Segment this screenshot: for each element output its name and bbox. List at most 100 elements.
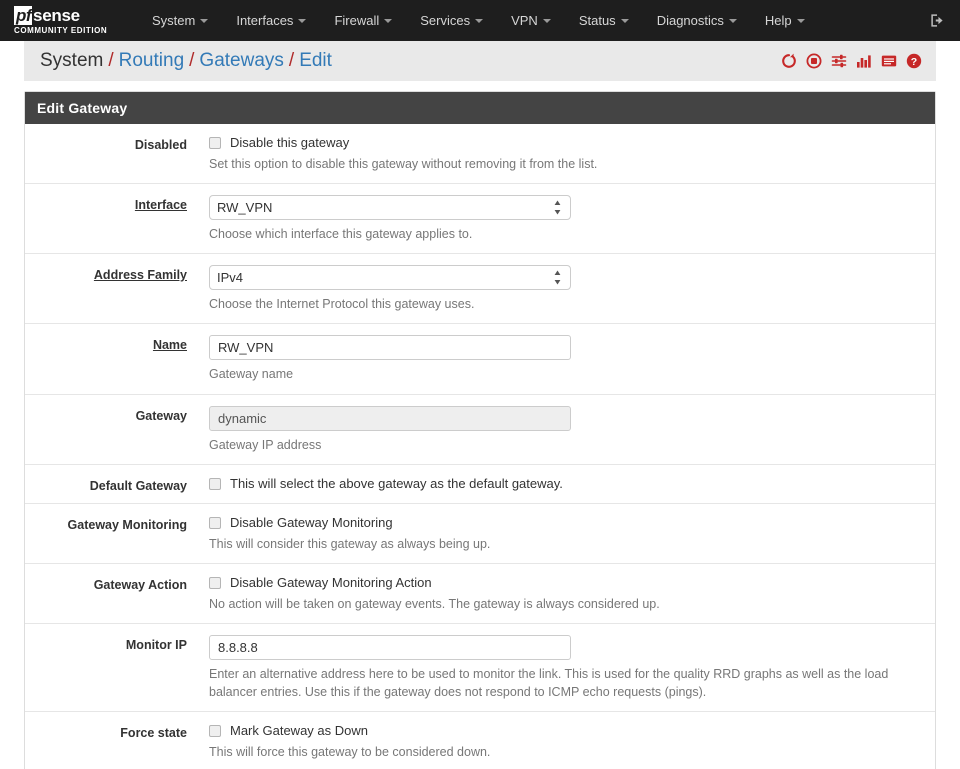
field-label-force-state: Force state <box>120 726 187 741</box>
monitor-ip-input[interactable] <box>209 634 571 660</box>
nav-label: VPN <box>511 13 538 28</box>
nav-label: Diagnostics <box>656 13 724 28</box>
main-content: Edit Gateway Disabled Disable this gatew… <box>0 81 960 769</box>
field-control-monitor-ip: Enter an alternative address here to be … <box>187 634 935 701</box>
field-control-gateway: Gateway IP address <box>187 405 935 454</box>
disable-gateway-checkbox[interactable] <box>209 137 221 149</box>
interface-select[interactable]: RW_VPN <box>209 195 571 221</box>
brand-sense-text: sense <box>33 5 80 25</box>
chevron-down-icon <box>728 18 737 23</box>
svg-text:?: ? <box>911 56 917 68</box>
field-label-gateway: Gateway <box>135 408 187 423</box>
disable-monitoring-action-checkbox-label[interactable]: Disable Gateway Monitoring Action <box>230 575 432 590</box>
breadcrumb-item-edit[interactable]: Edit <box>299 50 332 71</box>
panel-title: Edit Gateway <box>25 92 935 124</box>
chevron-down-icon <box>542 18 551 23</box>
chevron-down-icon <box>475 18 484 23</box>
field-label-address-family: Address Family <box>93 268 187 283</box>
restart-php-fpm-icon[interactable] <box>781 53 797 69</box>
breadcrumb-bar: System / Routing / Gateways / Edit ? <box>24 41 936 81</box>
form-row-monitor-ip: Monitor IP Enter an alternative address … <box>25 624 935 713</box>
chevron-down-icon <box>796 18 805 23</box>
gateway-form: Disabled Disable this gateway Set this o… <box>25 124 935 769</box>
nav-item-services[interactable]: Services <box>406 0 497 41</box>
navbar-right <box>929 0 960 41</box>
top-navbar: pf sense COMMUNITY EDITION System Interfa… <box>0 0 960 41</box>
field-control-gateway-monitoring: Disable Gateway Monitoring This will con… <box>187 515 935 553</box>
logs-icon[interactable] <box>881 53 897 69</box>
chevron-down-icon <box>298 18 307 23</box>
nav-item-help[interactable]: Help <box>751 0 819 41</box>
logout-icon[interactable] <box>929 12 946 29</box>
interface-select-wrapper: RW_VPN <box>209 195 571 221</box>
halt-system-icon[interactable] <box>806 53 822 69</box>
disable-monitoring-checkbox-label[interactable]: Disable Gateway Monitoring <box>230 515 393 530</box>
breadcrumb: System / Routing / Gateways / Edit <box>40 50 332 72</box>
nav-label: Firewall <box>334 13 380 28</box>
traffic-graph-icon[interactable] <box>856 53 872 69</box>
default-gateway-checkbox-label[interactable]: This will select the above gateway as th… <box>230 476 563 491</box>
breadcrumb-separator: / <box>189 50 195 71</box>
field-help-address-family: Choose the Internet Protocol this gatewa… <box>209 297 475 312</box>
field-control-gateway-action: Disable Gateway Monitoring Action No act… <box>187 575 935 613</box>
breadcrumb-action-icons: ? <box>781 53 922 69</box>
breadcrumb-separator: / <box>288 50 295 71</box>
field-control-force-state: Mark Gateway as Down This will force thi… <box>187 723 935 761</box>
field-help-name: Gateway name <box>209 367 294 382</box>
form-row-name: Name Gateway name <box>25 324 935 395</box>
nav-item-vpn[interactable]: VPN <box>497 0 565 41</box>
disable-monitoring-action-checkbox-line: Disable Gateway Monitoring Action <box>209 575 923 590</box>
nav-item-interfaces[interactable]: Interfaces <box>222 0 320 41</box>
field-control-address-family: IPv4 Choose the Internet Protocol this g… <box>187 265 935 313</box>
field-label-name: Name <box>152 338 187 353</box>
help-icon[interactable]: ? <box>906 53 922 69</box>
form-row-gateway: Gateway Gateway IP address <box>25 395 935 465</box>
default-gateway-checkbox-line: This will select the above gateway as th… <box>209 476 923 491</box>
breadcrumb-separator: / <box>108 50 114 71</box>
breadcrumb-wrapper: System / Routing / Gateways / Edit ? <box>0 41 960 81</box>
nav-item-status[interactable]: Status <box>565 0 643 41</box>
nav-label: Interfaces <box>236 13 294 28</box>
field-help-gateway-monitoring: This will consider this gateway as alway… <box>209 536 491 551</box>
field-label-gateway-action: Gateway Action <box>93 577 187 592</box>
nav-label: Status <box>578 13 616 28</box>
address-family-select-wrapper: IPv4 <box>209 265 571 291</box>
address-family-select[interactable]: IPv4 <box>209 265 571 291</box>
breadcrumb-item-routing[interactable]: Routing <box>119 50 185 71</box>
field-help-force-state: This will force this gateway to be consi… <box>209 745 491 760</box>
edit-gateway-panel: Edit Gateway Disabled Disable this gatew… <box>24 91 936 769</box>
disable-monitoring-checkbox[interactable] <box>209 516 221 529</box>
form-row-disabled: Disabled Disable this gateway Set this o… <box>25 124 935 185</box>
breadcrumb-item-gateways[interactable]: Gateways <box>199 50 283 71</box>
disable-monitoring-action-checkbox[interactable] <box>209 576 221 589</box>
chevron-down-icon <box>200 18 209 23</box>
field-label-gateway-monitoring: Gateway Monitoring <box>67 517 187 532</box>
name-input[interactable] <box>209 335 571 361</box>
form-row-gateway-action: Gateway Action Disable Gateway Monitorin… <box>25 564 935 624</box>
mark-gateway-down-checkbox-label[interactable]: Mark Gateway as Down <box>230 723 368 738</box>
mark-gateway-down-checkbox-line: Mark Gateway as Down <box>209 723 923 738</box>
nav-menu: System Interfaces Firewall Services VPN … <box>138 0 819 41</box>
field-control-disabled: Disable this gateway Set this option to … <box>187 135 935 173</box>
form-row-interface: Interface RW_VPN Choose which interface … <box>25 184 935 255</box>
filter-sliders-icon[interactable] <box>831 53 847 69</box>
pfsense-logo[interactable]: pf sense COMMUNITY EDITION <box>0 0 126 41</box>
field-label-monitor-ip: Monitor IP <box>125 637 187 652</box>
field-help-gateway-action: No action will be taken on gateway event… <box>209 596 660 611</box>
default-gateway-checkbox[interactable] <box>209 477 221 490</box>
form-row-force-state: Force state Mark Gateway as Down This wi… <box>25 712 935 769</box>
brand-subtitle: COMMUNITY EDITION <box>14 25 108 35</box>
nav-label: Help <box>764 13 792 28</box>
mark-gateway-down-checkbox[interactable] <box>209 725 221 738</box>
form-row-default-gateway: Default Gateway This will select the abo… <box>25 465 935 504</box>
field-label-interface: Interface <box>134 198 187 213</box>
field-help-disabled: Set this option to disable this gateway … <box>209 157 598 171</box>
disable-monitoring-checkbox-line: Disable Gateway Monitoring <box>209 515 923 530</box>
form-row-address-family: Address Family IPv4 Choose the Internet … <box>25 254 935 325</box>
form-row-gateway-monitoring: Gateway Monitoring Disable Gateway Monit… <box>25 504 935 564</box>
disable-gateway-checkbox-label[interactable]: Disable this gateway <box>230 135 349 150</box>
nav-item-firewall[interactable]: Firewall <box>320 0 406 41</box>
breadcrumb-item-system: System <box>40 50 104 71</box>
nav-item-diagnostics[interactable]: Diagnostics <box>643 0 751 41</box>
nav-item-system[interactable]: System <box>138 0 222 41</box>
